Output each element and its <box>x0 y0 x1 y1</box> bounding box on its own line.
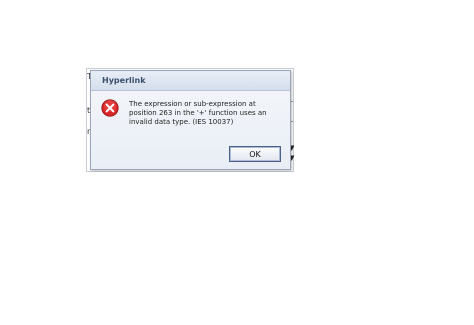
screen: T t n ▼ ▼ Hyperlink The expression or su… <box>0 0 474 325</box>
error-dialog: Hyperlink The expression or sub-expressi… <box>90 70 291 170</box>
dialog-title: Hyperlink <box>102 76 146 85</box>
ok-button[interactable]: OK <box>229 146 281 162</box>
error-message: The expression or sub-expression at posi… <box>129 100 267 126</box>
dialog-titlebar: Hyperlink <box>91 71 290 91</box>
ok-button-label: OK <box>249 149 261 159</box>
error-icon <box>101 99 119 117</box>
